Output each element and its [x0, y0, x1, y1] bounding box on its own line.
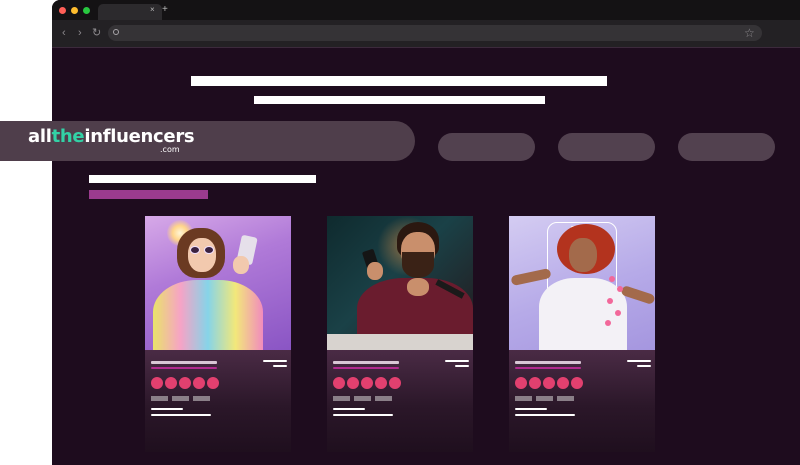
new-tab-icon[interactable]: + — [162, 3, 168, 16]
rating-heart-icon — [333, 377, 345, 389]
filter-pill-3[interactable] — [678, 133, 775, 161]
back-icon[interactable]: ‹ — [62, 25, 66, 41]
shirt — [539, 278, 627, 350]
sunglasses-left — [190, 246, 200, 254]
tag-placeholder — [375, 396, 392, 401]
rating-heart-icon — [529, 377, 541, 389]
tag-placeholder — [333, 396, 350, 401]
floating-heart-icon — [605, 320, 611, 326]
filter-pill-1[interactable] — [438, 133, 535, 161]
forward-icon[interactable]: › — [78, 25, 82, 41]
rating-heart-icon — [543, 377, 555, 389]
rating-heart-icon — [361, 377, 373, 389]
card-body — [145, 350, 291, 452]
stat-placeholder-1 — [515, 408, 547, 410]
address-bar[interactable] — [108, 25, 762, 41]
logo-influencers: influencers — [84, 126, 195, 147]
card-body — [327, 350, 473, 452]
stat-placeholder-2 — [333, 414, 393, 416]
face — [188, 238, 216, 272]
name-placeholder — [333, 361, 399, 364]
floating-heart-icon — [617, 286, 623, 292]
minimize-window-button[interactable] — [71, 7, 78, 14]
tab-close-icon[interactable]: × — [150, 4, 155, 16]
rating-heart-icon — [515, 377, 527, 389]
desk — [327, 334, 473, 350]
browser-toolbar: ‹ › ↻ ☆ — [52, 20, 800, 48]
stat-placeholder-2 — [515, 414, 575, 416]
rating-heart-icon — [375, 377, 387, 389]
section-accent-bar — [89, 190, 208, 199]
meta-placeholder-2 — [637, 365, 651, 367]
rating-heart-icon — [571, 377, 583, 389]
title-bar: × + — [52, 0, 800, 20]
logo-suffix: .com — [160, 145, 180, 154]
meta-placeholder-1 — [445, 360, 469, 362]
influencer-card-1[interactable] — [145, 216, 291, 452]
rating-heart-icon — [193, 377, 205, 389]
floating-heart-icon — [609, 276, 615, 282]
influencer-card-2[interactable] — [327, 216, 473, 452]
sweater — [153, 280, 263, 350]
hand — [233, 256, 249, 274]
stat-placeholder-2 — [151, 414, 211, 416]
handle-placeholder — [151, 367, 217, 369]
stat-placeholder-1 — [333, 408, 365, 410]
beard — [402, 252, 434, 278]
tag-placeholder — [151, 396, 168, 401]
influencer-photo-1 — [145, 216, 291, 350]
tag-placeholder — [536, 396, 553, 401]
rating-heart-icon — [389, 377, 401, 389]
maximize-window-button[interactable] — [83, 7, 90, 14]
left-arm — [510, 267, 552, 287]
tag-placeholder — [354, 396, 371, 401]
rating-heart-icon — [179, 377, 191, 389]
meta-placeholder-1 — [263, 360, 287, 362]
gesturing-hand — [407, 278, 429, 296]
sunglasses-right — [204, 246, 214, 254]
tag-placeholder — [193, 396, 210, 401]
influencer-photo-3 — [509, 216, 655, 350]
close-window-button[interactable] — [59, 7, 66, 14]
hand — [367, 262, 383, 280]
rating-heart-icon — [557, 377, 569, 389]
meta-placeholder-2 — [455, 365, 469, 367]
influencer-card-3[interactable] — [509, 216, 655, 452]
filter-pill-2[interactable] — [558, 133, 655, 161]
influencer-photo-2 — [327, 216, 473, 350]
headline-placeholder — [191, 76, 607, 86]
rating-heart-icon — [151, 377, 163, 389]
rating-heart-icon — [207, 377, 219, 389]
rating-heart-icon — [347, 377, 359, 389]
tag-placeholder — [557, 396, 574, 401]
rating-heart-icon — [165, 377, 177, 389]
face — [569, 238, 597, 272]
meta-placeholder-2 — [273, 365, 287, 367]
tag-placeholder — [515, 396, 532, 401]
section-title-placeholder — [89, 175, 316, 183]
stage: × + ‹ › ↻ ☆ alltheinfluencers .com — [0, 0, 800, 465]
reload-icon[interactable]: ↻ — [92, 25, 101, 41]
logo-all: all — [28, 126, 52, 147]
name-placeholder — [515, 361, 581, 364]
logo-the: the — [51, 126, 85, 147]
name-placeholder — [151, 361, 217, 364]
stat-placeholder-1 — [151, 408, 183, 410]
card-body — [509, 350, 655, 452]
search-icon[interactable] — [0, 13, 6, 26]
bookmark-star-icon[interactable]: ☆ — [744, 25, 755, 41]
address-search-icon — [113, 29, 119, 35]
tag-placeholder — [172, 396, 189, 401]
meta-placeholder-1 — [627, 360, 651, 362]
floating-heart-icon — [607, 298, 613, 304]
handle-placeholder — [515, 367, 581, 369]
subheadline-placeholder — [254, 96, 545, 104]
floating-heart-icon — [615, 310, 621, 316]
handle-placeholder — [333, 367, 399, 369]
